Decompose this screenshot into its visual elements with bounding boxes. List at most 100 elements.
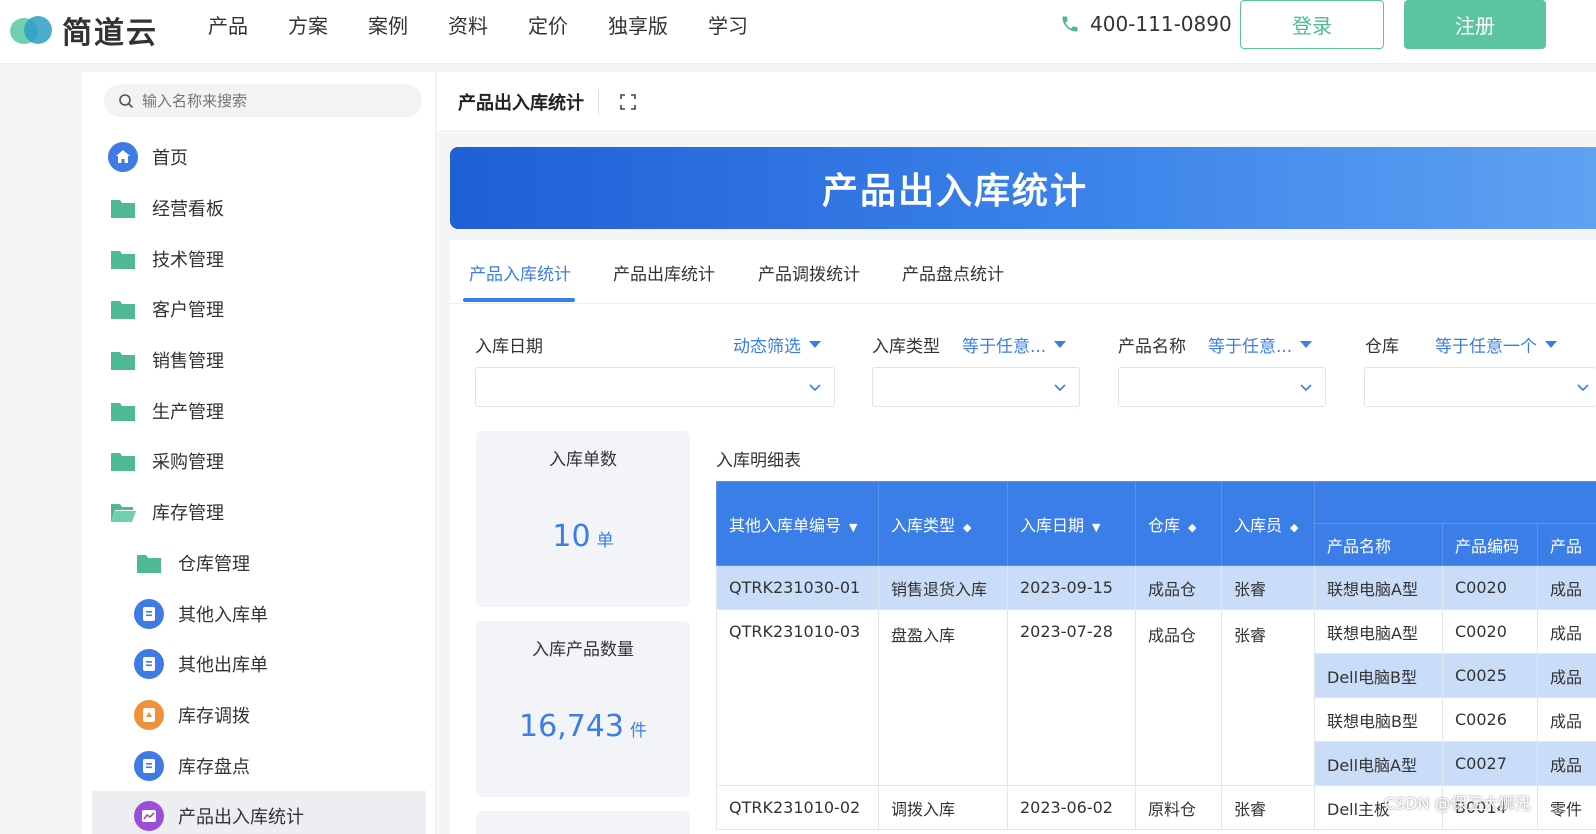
column-header-code[interactable]: 其他入库单编号 ▼ <box>716 481 879 566</box>
column-header-product-name[interactable]: 产品名称 <box>1314 523 1443 566</box>
nav-item-resources[interactable]: 资料 <box>448 10 488 39</box>
cell-warehouse: 原料仓 <box>1135 785 1222 830</box>
tab-transfer-stats[interactable]: 产品调拨统计 <box>758 260 860 285</box>
sidebar-item-dashboard[interactable]: 经营看板 <box>82 183 436 234</box>
sidebar-item-label: 客户管理 <box>152 300 224 322</box>
column-header-warehouse[interactable]: 仓库 ◆ <box>1135 481 1222 566</box>
table-title: 入库明细表 <box>716 451 801 471</box>
stat-value: 16,743 件 <box>476 709 690 744</box>
active-tab-indicator <box>463 298 575 302</box>
caret-down-icon <box>1545 341 1557 348</box>
sidebar-item-other-inbound[interactable]: 其他入库单 <box>82 588 436 639</box>
cell-code: QTRK231010-02 <box>716 785 879 830</box>
table-row[interactable]: QTRK231030-01 销售退货入库 2023-09-15 成品仓 张睿 联… <box>716 565 1596 610</box>
sort-icon: ◆ <box>1188 520 1197 534</box>
column-header-label: 入库类型 <box>891 515 956 535</box>
caret-down-icon: ▼ <box>849 520 858 534</box>
column-header-product-extra[interactable]: 产品 <box>1536 523 1596 566</box>
date-filter-select[interactable] <box>475 367 835 407</box>
sidebar-item-label: 产品出入库统计 <box>178 807 304 829</box>
form-icon <box>134 598 164 629</box>
sidebar-item-label: 其他出库单 <box>178 655 268 677</box>
column-header-group <box>1313 481 1596 524</box>
tab-outbound-stats[interactable]: 产品出库统计 <box>613 260 715 285</box>
sidebar-item-warehouse[interactable]: 仓库管理 <box>82 538 436 589</box>
cell-product-name: Dell电脑B型 <box>1314 653 1443 698</box>
search-input[interactable] <box>142 91 402 110</box>
type-filter-select[interactable] <box>872 367 1080 407</box>
column-header-product-sku[interactable]: 产品编码 <box>1442 523 1538 566</box>
cell-product-name: Dell电脑A型 <box>1314 741 1443 786</box>
filter-mode-warehouse[interactable]: 等于任意一个 <box>1435 332 1557 357</box>
tab-stocktake-stats[interactable]: 产品盘点统计 <box>902 260 1004 285</box>
phone-icon <box>1062 16 1078 32</box>
stat-unit: 件 <box>629 721 647 741</box>
cell-product-sku: C0026 <box>1442 697 1538 742</box>
sidebar-item-tech[interactable]: 技术管理 <box>82 233 436 284</box>
sidebar-item-production[interactable]: 生产管理 <box>82 385 436 436</box>
page-title: 产品出入库统计 <box>458 88 599 115</box>
filter-mode-date[interactable]: 动态筛选 <box>733 332 821 357</box>
cell-warehouse: 成品仓 <box>1135 565 1222 610</box>
sidebar-item-stocktake[interactable]: 库存盘点 <box>82 740 436 791</box>
brand-logo[interactable]: 简道云 <box>8 8 158 52</box>
home-icon <box>108 142 138 173</box>
cell-product-extra: 成品 <box>1536 653 1596 698</box>
sidebar-item-purchasing[interactable]: 采购管理 <box>82 436 436 487</box>
sidebar-item-io-stats[interactable]: 产品出入库统计 <box>92 790 426 834</box>
filter-mode-type[interactable]: 等于任意... <box>962 332 1067 357</box>
cell-product-sku: C0020 <box>1442 565 1538 610</box>
caret-down-icon <box>1054 341 1067 348</box>
watermark: CSDN @保卫大狮兄 <box>1384 794 1531 813</box>
sidebar-item-label: 库存调拨 <box>178 705 250 727</box>
sidebar-search[interactable] <box>104 84 422 117</box>
folder-icon <box>134 548 164 578</box>
filter-mode-product[interactable]: 等于任意... <box>1208 332 1313 357</box>
nav-item-learn[interactable]: 学习 <box>708 10 748 39</box>
sidebar-item-home[interactable]: 首页 <box>82 132 436 183</box>
sidebar-item-label: 首页 <box>152 148 188 170</box>
stat-label: 入库单数 <box>549 450 617 470</box>
cell-staff: 张睿 <box>1221 785 1315 830</box>
fullscreen-icon[interactable] <box>619 93 637 111</box>
table-row[interactable]: QTRK231010-03 盘盈入库 2023-07-28 成品仓 张睿 联想电… <box>716 609 1596 786</box>
main-nav: 产品 方案 案例 资料 定价 独享版 学习 <box>208 0 788 48</box>
column-header-staff[interactable]: 入库员 ◆ <box>1221 481 1315 566</box>
cell-product-extra: 成品 <box>1536 609 1596 654</box>
tab-inbound-stats[interactable]: 产品入库统计 <box>469 260 571 285</box>
cell-staff: 张睿 <box>1221 565 1315 610</box>
folder-open-icon <box>108 497 138 527</box>
product-filter-select[interactable] <box>1118 367 1326 407</box>
nav-item-cases[interactable]: 案例 <box>368 10 408 39</box>
filter-label-date: 入库日期 <box>475 337 543 357</box>
cell-product-extra: 成品 <box>1536 697 1596 742</box>
register-button[interactable]: 注册 <box>1404 0 1546 49</box>
nav-item-solution[interactable]: 方案 <box>288 10 328 39</box>
cell-type: 盘盈入库 <box>878 609 1008 786</box>
cell-product-sku: C0027 <box>1442 741 1538 786</box>
filter-mode-label: 等于任意... <box>962 337 1047 357</box>
login-button[interactable]: 登录 <box>1240 0 1384 49</box>
stats-panel: 产品入库统计 产品出库统计 产品调拨统计 产品盘点统计 入库日期 动态筛选 入库… <box>450 240 1596 834</box>
sidebar-item-sales[interactable]: 销售管理 <box>82 335 436 386</box>
sidebar-item-transfer[interactable]: 库存调拨 <box>82 690 436 741</box>
sort-icon: ◆ <box>1290 520 1299 534</box>
column-header-date[interactable]: 入库日期 ▼ <box>1007 481 1136 566</box>
contact-phone[interactable]: 400-111-0890 <box>1060 12 1232 36</box>
nav-item-private[interactable]: 独享版 <box>608 10 668 39</box>
folder-icon <box>108 193 138 223</box>
sidebar-item-label: 库存管理 <box>152 503 224 525</box>
nav-item-pricing[interactable]: 定价 <box>528 10 568 39</box>
cell-date: 2023-07-28 <box>1007 609 1136 786</box>
cell-date: 2023-06-02 <box>1007 785 1136 830</box>
nav-item-product[interactable]: 产品 <box>208 10 248 39</box>
sidebar-item-label: 仓库管理 <box>178 553 250 575</box>
cell-product-sku: C0025 <box>1442 653 1538 698</box>
brand-name: 简道云 <box>62 16 158 51</box>
filter-mode-label: 动态筛选 <box>733 337 801 357</box>
sidebar-item-customers[interactable]: 客户管理 <box>82 284 436 335</box>
column-header-type[interactable]: 入库类型 ◆ <box>878 481 1008 566</box>
sidebar-item-other-outbound[interactable]: 其他出库单 <box>82 639 436 690</box>
sidebar-item-inventory[interactable]: 库存管理 <box>82 487 436 538</box>
warehouse-filter-select[interactable] <box>1364 367 1596 407</box>
